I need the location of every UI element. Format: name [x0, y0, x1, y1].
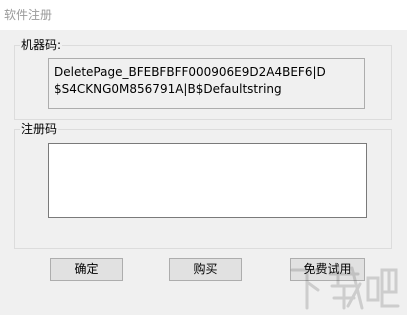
- title-bar: 软件注册: [0, 0, 407, 30]
- confirm-button[interactable]: 确定: [50, 258, 123, 281]
- machine-code-display[interactable]: DeletePage_BFEBFBFF000906E9D2A4BEF6|D $S…: [48, 58, 365, 109]
- registration-code-label: 注册码: [20, 122, 59, 136]
- window-title: 软件注册: [4, 8, 53, 22]
- buy-button[interactable]: 购买: [169, 258, 242, 281]
- registration-code-input[interactable]: [48, 143, 367, 218]
- machine-code-label: 机器码:: [20, 38, 63, 52]
- watermark-logo: [290, 265, 400, 310]
